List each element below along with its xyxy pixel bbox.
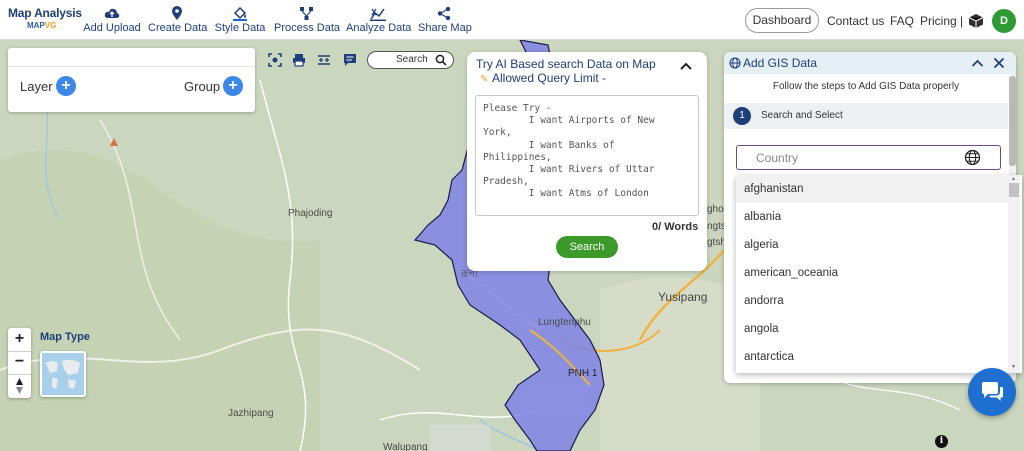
gis-panel-subtitle: Follow the steps to Add GIS Data properl…: [772, 81, 960, 92]
nav-process-data[interactable]: Process Data: [274, 6, 340, 34]
print-icon[interactable]: [292, 53, 306, 67]
close-icon[interactable]: [993, 57, 1005, 69]
screenshot-icon[interactable]: [268, 53, 282, 67]
add-layer-button[interactable]: +: [56, 76, 76, 96]
zoom-divider: [8, 374, 31, 375]
country-dropdown: afghanistan albania algeria american_oce…: [736, 175, 1022, 373]
scroll-up-arrow-icon[interactable]: ▲: [1011, 176, 1016, 182]
panel-divider: [8, 66, 255, 67]
dropdown-scrollbar[interactable]: [1008, 175, 1020, 373]
contact-us-link[interactable]: Contact us: [827, 14, 884, 28]
country-option[interactable]: andorra: [736, 287, 1008, 315]
word-count: 0/ Words: [652, 221, 699, 233]
country-option[interactable]: antarctica: [736, 343, 1008, 371]
compass-reset-icon[interactable]: [14, 377, 25, 395]
top-nav-bar: Map Analysis MAPVG Add Upload Create Dat…: [0, 0, 1024, 40]
country-placeholder: Country: [756, 151, 799, 165]
country-option[interactable]: algeria: [736, 231, 1008, 259]
map-label-walupang: Walupang: [383, 442, 428, 451]
map-label-partial-gho: gho: [707, 204, 724, 215]
dashboard-button[interactable]: Dashboard: [745, 8, 819, 33]
country-option[interactable]: albania: [736, 203, 1008, 231]
nav-add-upload[interactable]: Add Upload: [83, 6, 141, 34]
nav-create-data[interactable]: Create Data: [148, 6, 207, 34]
nav-share-map[interactable]: Share Map: [418, 6, 472, 34]
globe-icon[interactable]: [964, 149, 981, 166]
zoom-in-button[interactable]: +: [8, 328, 31, 351]
chat-bubble-icon: [982, 382, 1003, 401]
step-row[interactable]: 1 Search and Select: [724, 103, 1008, 129]
cube-icon[interactable]: [968, 13, 984, 29]
zoom-controls: + −: [8, 328, 31, 398]
map-label-phajoding: Phajoding: [288, 208, 333, 219]
process-nodes-icon: [299, 7, 313, 20]
map-label-lungtenphu: Lungtenphu: [538, 317, 591, 328]
share-icon: [437, 6, 451, 21]
map-search-input[interactable]: Search: [367, 51, 454, 69]
pricing-link[interactable]: Pricing |: [920, 14, 963, 28]
map-label-jazhipang: Jazhipang: [228, 408, 274, 419]
faq-link[interactable]: FAQ: [890, 14, 914, 28]
world-map-icon: [42, 353, 84, 395]
scroll-down-arrow-icon[interactable]: ▼: [1011, 364, 1016, 370]
group-label: Group: [184, 79, 221, 94]
nav-analyze-data[interactable]: Analyze Data: [346, 6, 411, 34]
globe-icon: [729, 57, 741, 69]
country-option[interactable]: afghanistan: [736, 175, 1008, 203]
gis-panel-title: Add GIS Data: [743, 56, 818, 70]
ai-panel-title: Try AI Based search Data on Map ✎ Allowed…: [476, 57, 656, 85]
logo-subtitle: MAPVG: [27, 21, 57, 30]
layer-group-panel: Layer + Group +: [8, 48, 255, 112]
ai-search-button[interactable]: Search: [556, 236, 618, 258]
country-option[interactable]: angola: [736, 315, 1008, 343]
logo-title: Map Analysis: [8, 6, 82, 20]
step-label: Search and Select: [761, 110, 843, 121]
map-type-label: Map Type: [40, 331, 90, 343]
add-group-button[interactable]: +: [223, 76, 243, 96]
map-label-yusipang: Yusipang: [658, 290, 708, 304]
filter-icon[interactable]: [317, 53, 331, 67]
map-type-thumbnail[interactable]: [40, 351, 86, 397]
comment-icon[interactable]: [343, 53, 357, 67]
ai-search-panel: Try AI Based search Data on Map ✎ Allowed…: [467, 52, 707, 271]
nav-style-data[interactable]: Style Data: [214, 6, 266, 34]
ai-query-textarea[interactable]: Please Try - I want Airports of New York…: [475, 95, 699, 216]
map-label-pnh1: PNH 1: [568, 368, 598, 379]
user-avatar[interactable]: D: [992, 9, 1016, 33]
country-search-input[interactable]: Country: [736, 145, 1001, 170]
map-search-placeholder: Search: [396, 54, 428, 65]
search-icon[interactable]: [435, 54, 447, 66]
magic-wand-icon: ✎: [480, 74, 489, 85]
cloud-upload-icon: [104, 8, 120, 18]
location-pin-icon: [172, 6, 182, 20]
chevron-up-icon[interactable]: [971, 57, 984, 69]
dropdown-scroll-thumb[interactable]: [1009, 183, 1019, 197]
analyze-icon: [370, 8, 386, 21]
gis-panel-header: Add GIS Data: [724, 52, 1016, 74]
layer-label: Layer: [20, 79, 53, 94]
info-icon[interactable]: i: [935, 435, 948, 448]
country-option[interactable]: american_oceania: [736, 259, 1008, 287]
chevron-up-icon[interactable]: [679, 60, 693, 72]
step-number-badge: 1: [733, 107, 751, 125]
gis-panel-scroll-thumb[interactable]: [1009, 76, 1016, 166]
paint-bucket-icon: [233, 6, 247, 21]
zoom-out-button[interactable]: −: [8, 351, 31, 374]
app-logo[interactable]: Map Analysis MAPVG: [8, 6, 82, 30]
chat-button[interactable]: [968, 368, 1016, 416]
